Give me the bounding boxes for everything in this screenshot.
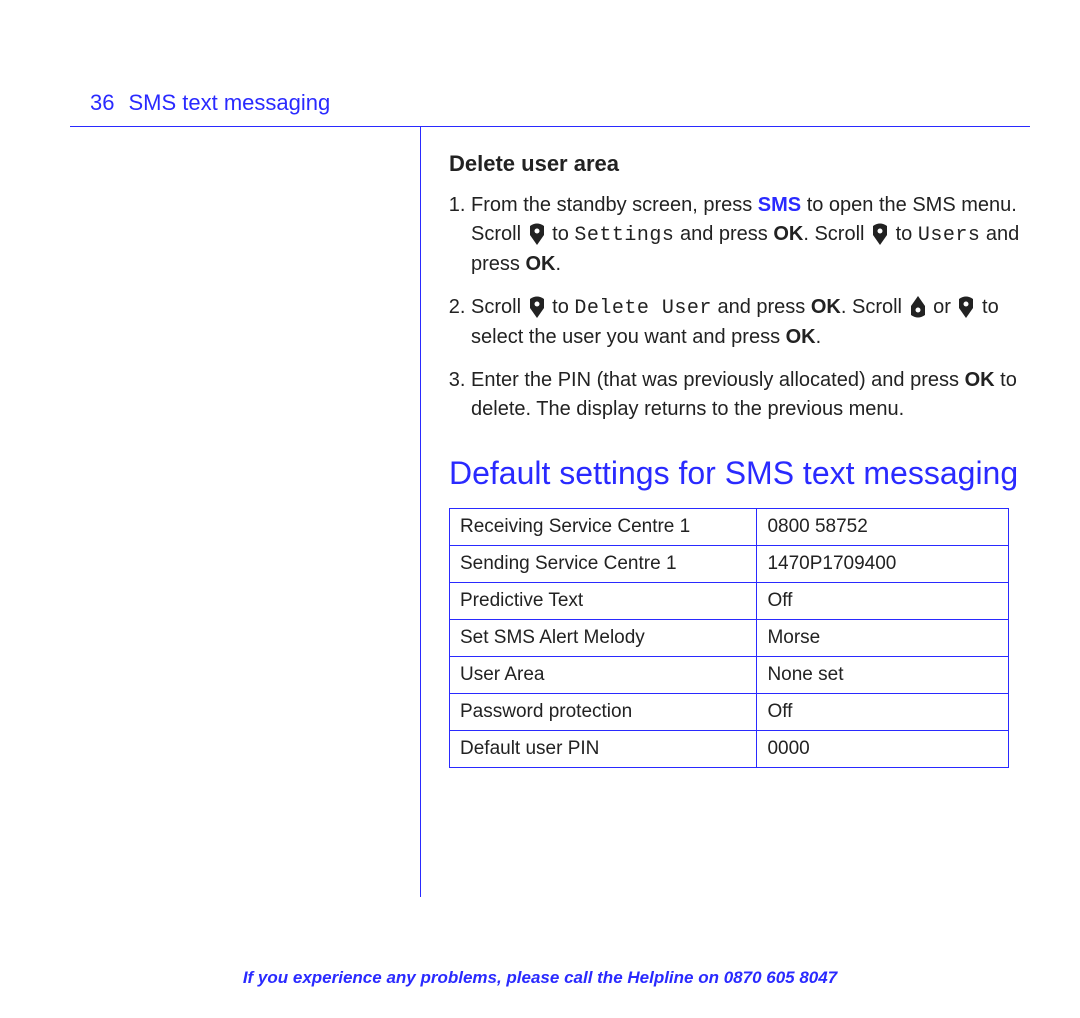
step-text: and press xyxy=(674,223,773,245)
table-row: Password protectionOff xyxy=(450,694,1009,731)
content-columns: Delete user area From the standby screen… xyxy=(90,127,1020,897)
step-3: Enter the PIN (that was previously alloc… xyxy=(471,366,1020,424)
ok-key: OK xyxy=(811,296,841,318)
step-text: . xyxy=(816,326,822,348)
table-row: Predictive TextOff xyxy=(450,583,1009,620)
table-row: Default user PIN0000 xyxy=(450,731,1009,768)
step-text: to xyxy=(547,296,575,318)
helpline-phone: 0870 605 8047 xyxy=(724,968,837,987)
setting-value: Morse xyxy=(757,620,1009,657)
table-row: Receiving Service Centre 10800 58752 xyxy=(450,509,1009,546)
up-arrow-icon xyxy=(908,296,928,318)
default-settings-table: Receiving Service Centre 10800 58752 Sen… xyxy=(449,508,1009,768)
helpline-footer: If you experience any problems, please c… xyxy=(0,968,1080,988)
sms-key: SMS xyxy=(758,194,801,216)
ok-key: OK xyxy=(786,326,816,348)
down-arrow-icon xyxy=(527,296,547,318)
step-text: to xyxy=(890,223,918,245)
step-text: . xyxy=(555,253,561,275)
section-title: Delete user area xyxy=(449,151,1020,177)
lcd-settings: Settings xyxy=(574,224,674,247)
setting-label: Sending Service Centre 1 xyxy=(450,546,757,583)
step-1: From the standby screen, press SMS to op… xyxy=(471,191,1020,279)
setting-label: User Area xyxy=(450,657,757,694)
step-text: or xyxy=(928,296,957,318)
setting-value: 0000 xyxy=(757,731,1009,768)
step-text: Enter the PIN (that was previously alloc… xyxy=(471,369,965,391)
right-column: Delete user area From the standby screen… xyxy=(421,127,1020,897)
step-text: . Scroll xyxy=(803,223,870,245)
setting-value: Off xyxy=(757,694,1009,731)
down-arrow-icon xyxy=(527,223,547,245)
step-text: and press xyxy=(712,296,811,318)
setting-value: 0800 58752 xyxy=(757,509,1009,546)
down-arrow-icon xyxy=(870,223,890,245)
setting-label: Set SMS Alert Melody xyxy=(450,620,757,657)
step-text: . Scroll xyxy=(841,296,908,318)
setting-value: None set xyxy=(757,657,1009,694)
setting-label: Default user PIN xyxy=(450,731,757,768)
table-row: User AreaNone set xyxy=(450,657,1009,694)
setting-value: Off xyxy=(757,583,1009,620)
main-heading: Default settings for SMS text messaging xyxy=(449,454,1020,492)
step-text: to xyxy=(547,223,575,245)
table-row: Set SMS Alert MelodyMorse xyxy=(450,620,1009,657)
manual-page: 36 SMS text messaging Delete user area F… xyxy=(0,0,1080,1018)
chapter-title: SMS text messaging xyxy=(128,90,330,116)
step-text: Scroll xyxy=(471,296,527,318)
page-header: 36 SMS text messaging xyxy=(90,90,1020,122)
instruction-steps: From the standby screen, press SMS to op… xyxy=(449,191,1020,424)
lcd-users: Users xyxy=(918,224,981,247)
ok-key: OK xyxy=(525,253,555,275)
left-column xyxy=(90,127,421,897)
ok-key: OK xyxy=(965,369,995,391)
table-row: Sending Service Centre 11470P1709400 xyxy=(450,546,1009,583)
lcd-delete-user: Delete User xyxy=(574,297,712,320)
setting-label: Password protection xyxy=(450,694,757,731)
footer-text: If you experience any problems, please c… xyxy=(243,968,724,987)
setting-value: 1470P1709400 xyxy=(757,546,1009,583)
setting-label: Receiving Service Centre 1 xyxy=(450,509,757,546)
page-number: 36 xyxy=(90,90,114,116)
step-text: From the standby screen, press xyxy=(471,194,758,216)
ok-key: OK xyxy=(773,223,803,245)
setting-label: Predictive Text xyxy=(450,583,757,620)
down-arrow-icon xyxy=(956,296,976,318)
step-2: Scroll to Delete User and press OK. Scro… xyxy=(471,293,1020,352)
